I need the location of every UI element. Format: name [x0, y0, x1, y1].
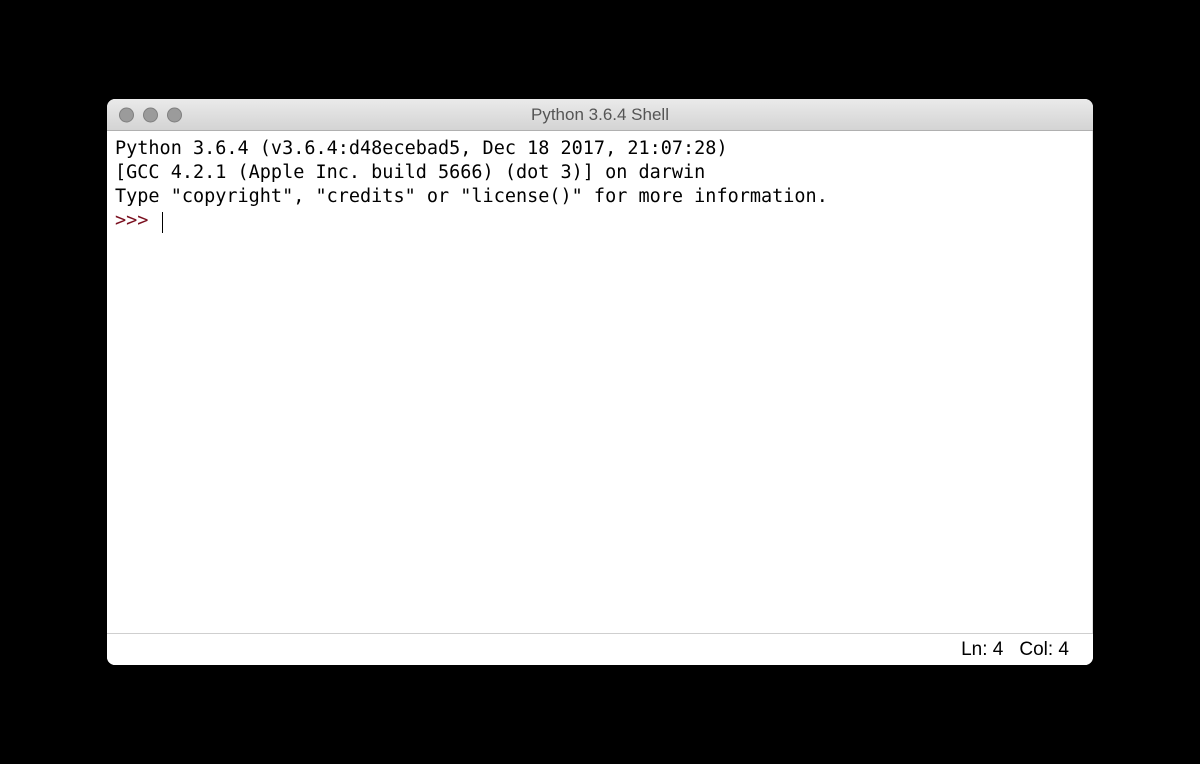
version-line: Python 3.6.4 (v3.6.4:d48ecebad5, Dec 18 …	[115, 138, 728, 159]
help-line: Type "copyright", "credits" or "license(…	[115, 186, 828, 207]
line-indicator: Ln: 4	[961, 639, 1003, 661]
traffic-lights	[119, 107, 182, 122]
window-titlebar[interactable]: Python 3.6.4 Shell	[107, 99, 1093, 131]
close-button[interactable]	[119, 107, 134, 122]
status-bar: Ln: 4 Col: 4	[107, 633, 1093, 665]
content-area: Python 3.6.4 (v3.6.4:d48ecebad5, Dec 18 …	[107, 131, 1093, 665]
minimize-button[interactable]	[143, 107, 158, 122]
window-title: Python 3.6.4 Shell	[107, 105, 1093, 125]
zoom-button[interactable]	[167, 107, 182, 122]
python-shell-window: Python 3.6.4 Shell Python 3.6.4 (v3.6.4:…	[107, 99, 1093, 665]
shell-text-area[interactable]: Python 3.6.4 (v3.6.4:d48ecebad5, Dec 18 …	[107, 131, 1093, 633]
column-indicator: Col: 4	[1019, 639, 1069, 661]
compiler-line: [GCC 4.2.1 (Apple Inc. build 5666) (dot …	[115, 162, 705, 183]
text-cursor	[162, 212, 163, 233]
prompt: >>>	[115, 210, 160, 231]
